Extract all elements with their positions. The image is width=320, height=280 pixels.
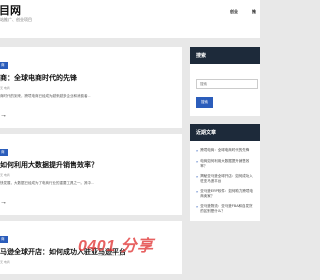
post-meta: 无 电商 xyxy=(0,86,10,91)
post-excerpt: 商时代的到来，跨境电商已经成为越来越多企业和消费者... xyxy=(0,94,91,99)
post-title[interactable]: 商：全球电商时代的先锋 xyxy=(0,75,176,83)
search-input[interactable] xyxy=(196,79,258,89)
category-badge[interactable]: 商 xyxy=(0,62,8,69)
chevron-right-icon: » xyxy=(196,189,199,195)
recent-post-link[interactable]: 亚马逊ERP软件：如何助力跨境电商卖家？ xyxy=(200,189,256,198)
chevron-right-icon: » xyxy=(196,174,199,180)
site-tagline: 站推广、创业项目 xyxy=(0,17,32,22)
category-badge[interactable]: 商 xyxy=(0,235,8,243)
recent-posts-list: » 跨境电商：全球电商时代的先锋 » 电商如何利用大数据提升销售效率？ » 揭秘亚马逊… xyxy=(190,141,260,221)
recent-post-link[interactable]: 电商如何利用大数据提升销售效率？ xyxy=(200,159,256,168)
nav-item-startup[interactable]: 创业 xyxy=(230,9,242,15)
widget-title: 近期文章 xyxy=(190,124,260,141)
widget-title: 搜索 xyxy=(190,47,260,64)
list-item[interactable]: » 跨境电商：全球电商时代的先锋 xyxy=(196,145,256,156)
recent-posts-widget: 近期文章 » 跨境电商：全球电商时代的先锋 » 电商如何利用大数据提升销售效率？ »… xyxy=(190,124,260,221)
post-meta: 无 电商 xyxy=(0,173,10,178)
read-more-arrow-icon[interactable]: → xyxy=(0,112,7,119)
recent-post-link[interactable]: 揭秘亚马逊全球开店：如何成功入驻亚马逊平台 xyxy=(200,174,256,183)
sidebar: 搜索 搜索 近期文章 »跨境电商：全球电商时代的先锋 »电商如何利用大数据提升销… xyxy=(190,47,260,229)
post-meta: 无 电商 xyxy=(0,260,10,265)
site-title[interactable]: 目网 xyxy=(0,2,21,18)
chevron-right-icon: » xyxy=(196,204,199,210)
list-item[interactable]: » 电商如何利用大数据提升销售效率？ xyxy=(196,156,256,171)
chevron-right-icon: » xyxy=(196,159,199,165)
nav-item-promo[interactable]: 推 xyxy=(252,9,260,15)
search-form: 搜索 xyxy=(190,64,260,116)
search-widget: 搜索 搜索 xyxy=(190,47,260,116)
list-item[interactable]: » 揭秘亚马逊全球开店：如何成功入驻亚马逊平台 xyxy=(196,171,256,186)
list-item[interactable]: » 亚马逊ERP软件：如何助力跨境电商卖家？ xyxy=(196,186,256,201)
read-more-arrow-icon[interactable]: → xyxy=(0,199,7,206)
post-card: 商 商：全球电商时代的先锋 无 电商 商时代的到来，跨境电商已经成为越来越多企业… xyxy=(0,47,182,128)
chevron-right-icon: » xyxy=(196,148,199,153)
recent-post-link[interactable]: 亚马逊物流：亚马逊FBA和自发货的区别是什么？ xyxy=(200,204,256,213)
category-badge[interactable]: 商 xyxy=(0,148,8,156)
post-card: 商 如何利用大数据提升销售效率？ 无 电商 快发展，大数据已经成为了电商行业的重… xyxy=(0,133,182,215)
watermark-url: www.0401.net xyxy=(98,252,124,257)
post-title[interactable]: 如何利用大数据提升销售效率？ xyxy=(0,162,176,170)
post-excerpt: 快发展，大数据已经成为了电商行业的重要工具之一。其中... xyxy=(0,181,94,186)
search-button[interactable]: 搜索 xyxy=(196,97,213,108)
main-nav: 创业 推 xyxy=(230,9,260,15)
recent-post-link[interactable]: 跨境电商：全球电商时代的先锋 xyxy=(200,148,249,153)
site-header: 目网 站推广、创业项目 创业 推 xyxy=(0,0,260,38)
list-item[interactable]: » 亚马逊物流：亚马逊FBA和自发货的区别是什么？ xyxy=(196,201,256,216)
